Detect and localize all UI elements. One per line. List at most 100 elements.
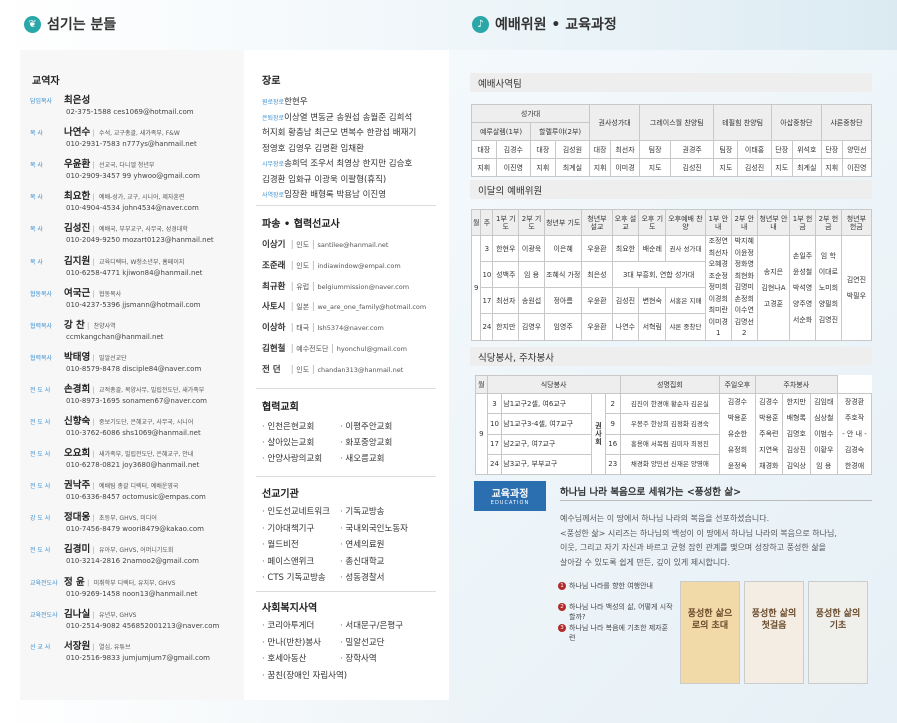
- name-list: 김임태 심상철 이범수 이황우 임 용: [809, 393, 838, 475]
- teacher-name: 나연수: [64, 127, 91, 139]
- org-item: 총신대학교: [345, 556, 385, 567]
- welfare-item: 코리아투게더: [267, 621, 315, 631]
- elder-label: 은퇴장로: [262, 114, 285, 122]
- org-item-row: · 기아대책기구: [262, 523, 315, 534]
- table-header: 1부 안내: [704, 209, 732, 236]
- org-item: 페이스앤위크: [267, 556, 315, 567]
- teacher-entry: 강 도 사 정대웅 | 초등부, GHVS, 미디어 010-7456-8479 w…: [30, 509, 244, 533]
- divider: [256, 476, 436, 477]
- church-item: 이평주안교회: [345, 422, 393, 432]
- table-cell: 최선자: [492, 287, 520, 315]
- volunteer-name: 이황우: [814, 446, 834, 454]
- welfare-item-row: · 만나(반찬)봉사: [262, 637, 321, 648]
- volunteer-name: 한경애: [844, 462, 865, 470]
- offering-name: 박필우: [846, 291, 867, 300]
- table-cell: 최선자: [609, 140, 641, 159]
- week-cell: 24: [480, 313, 494, 341]
- table-cell: 최요한: [611, 234, 640, 263]
- table-header: 주일오후: [719, 375, 756, 394]
- table-header: 오후예배 찬양: [665, 209, 706, 236]
- org-item-row: · 기독교방송: [340, 507, 385, 517]
- top-banner: [0, 0, 897, 50]
- missionary-email: belgiummission@naver.com: [317, 282, 410, 291]
- book-title: 풍성한 삶으로의 초대: [687, 609, 733, 631]
- right-header-title: 예배위원 • 교육과정: [495, 17, 617, 33]
- teacher-entry: 선 교 사 서장원 | 열심, 유튜브 010-2516-9833 jumjumju…: [30, 638, 244, 662]
- missionary-place: 태국: [296, 324, 310, 333]
- week-cell: 10: [480, 261, 494, 289]
- welfare-item: 장학사역: [345, 654, 377, 664]
- volunteer-name: 지연옥: [759, 446, 779, 454]
- week-cell: 3: [486, 392, 503, 415]
- table-cell: 이진영: [495, 158, 532, 177]
- missionary-name: 최규환: [262, 281, 286, 292]
- table-cell: 배순례: [638, 234, 667, 263]
- missionary-name: 조준래: [262, 260, 286, 271]
- table-header: 할렐루야(2부): [530, 122, 591, 141]
- teacher-entry: 전 도 사 권낙주 | 예배팀 총괄 디렉터, 예배운영국 010-6336-845…: [30, 477, 244, 501]
- teacher-name: 오요희: [64, 448, 91, 460]
- org-item-row: · 총신대학교: [340, 556, 385, 567]
- volunteer-name: 임 용: [816, 462, 832, 470]
- teacher-contact: 010-8579-8478 disciple84@naver.com: [66, 364, 202, 373]
- teacher-desc: 유년부, GHVS: [99, 611, 137, 619]
- missionaries-title: 파송 • 협력선교사: [262, 219, 340, 230]
- book-cover: 풍성한 삶의 기초: [808, 581, 868, 684]
- divider: [256, 388, 436, 389]
- missionary-entry: 조준래 | 인도 | indiawindow@empal.com: [262, 260, 401, 271]
- volunteer-name: 김경수: [727, 398, 748, 406]
- elder-names: 이상열 변동균 송원섭 송월준 김희석: [284, 112, 413, 123]
- elder-line: 은퇴장로이상열 변동균 송원섭 송월준 김희석: [262, 111, 412, 123]
- table-cell: 나연수: [611, 313, 640, 341]
- table-cell: 권경주: [670, 140, 715, 159]
- teacher-desc: 밀알선교단: [99, 354, 127, 362]
- missionary-place: 일본: [296, 303, 310, 312]
- table-cell: 정아름: [543, 287, 583, 315]
- teacher-role: 목 사: [30, 194, 43, 202]
- teacher-desc: 교적총괄, 목양사무, 빌립전도단, 새가족부: [99, 386, 205, 394]
- teacher-role: 목 사: [30, 130, 43, 138]
- table-cell: 팀장: [713, 140, 739, 159]
- teacher-entry: 목 사 김성진 | 예배국, 부부교구, 사무국, 성경대학 010-2049-92…: [30, 220, 244, 244]
- table-cell: 최계실: [791, 158, 822, 177]
- teacher-role: 목 사: [30, 226, 43, 234]
- table-header: 1부 헌금: [789, 209, 816, 236]
- elder-names: 정영호 김영우 김명환 임채환: [262, 143, 364, 154]
- table-cell: 한현우: [492, 234, 520, 263]
- table-header: 성가대: [470, 104, 591, 123]
- volunteer-name: 김경숙: [844, 446, 865, 454]
- missionary-name: 이상기: [262, 240, 286, 250]
- table-header: 오후 기도: [638, 209, 667, 236]
- offering-list: 김연진 박필우: [840, 235, 873, 341]
- welfare-item-row: · 호세아동산: [262, 654, 307, 664]
- teacher-name: 손경희: [64, 383, 91, 395]
- teacher-entry: 목 사 우윤환 | 선교국, 다니엘 청년부 010-2909-3457 99 yh…: [30, 156, 244, 180]
- book-title: 풍성한 삶의 첫걸음: [751, 609, 797, 631]
- education-paragraph: 예수님께서는 이 땅에서 하나님 나라의 복음을 선포하셨습니다.: [560, 514, 770, 523]
- volunteer-name: 박용훈: [759, 414, 779, 422]
- missionary-place: 인도: [296, 261, 310, 270]
- elder-line: 원로장로한현우: [262, 95, 308, 107]
- dining-table: 월 식당봉사 성명집회 주일오후 주차봉사 9 3 남1교구2셀, 여6교구 권 사 …: [475, 375, 873, 476]
- table-cell: 김영우: [518, 313, 545, 341]
- teacher-name: 김경미: [64, 544, 91, 556]
- group-label: 권 사 회: [590, 393, 606, 475]
- missionary-place: 인도: [296, 365, 310, 374]
- teacher-desc: 선교국, 다니엘 청년부: [99, 162, 155, 170]
- volunteer-name: 유순한: [727, 430, 748, 438]
- teacher-desc: 중보기도단, 은혜교구, 사무국, 시니어: [99, 419, 194, 426]
- name-list: 장경환 주호작 - 안 내 - 김경숙 한경애: [836, 393, 873, 475]
- teacher-contact: 010-8973-1695 sonamen67@naver.com: [66, 396, 207, 405]
- teacher-contact: 010-2909-3457 99 yhwoo@gmail.com: [66, 172, 200, 181]
- missionary-email: we_are_one_family@hotmail.com: [317, 303, 427, 312]
- teacher-contact: 010-3214-2816 2namoo2@gmail.com: [66, 557, 199, 566]
- name-list: 김경수 박용훈 유순한 유정희 윤정옥: [719, 393, 756, 475]
- offering-name: 임 학: [820, 251, 836, 260]
- teacher-role: 목 사: [30, 258, 43, 266]
- teacher-role: 담임목사: [30, 98, 53, 105]
- usher-list: 조정연 최선자 오혜경 조순정 정미희 이경희 최미란 이미경1: [704, 235, 732, 341]
- table-cell: 남1교구3-4셀, 여7교구: [501, 413, 592, 435]
- teacher-contact: 010-6278-0821 joy3680@hanmail.net: [66, 461, 200, 470]
- welfare-title: 사회복지사역: [262, 603, 318, 614]
- teacher-role: 협력목사: [30, 322, 53, 330]
